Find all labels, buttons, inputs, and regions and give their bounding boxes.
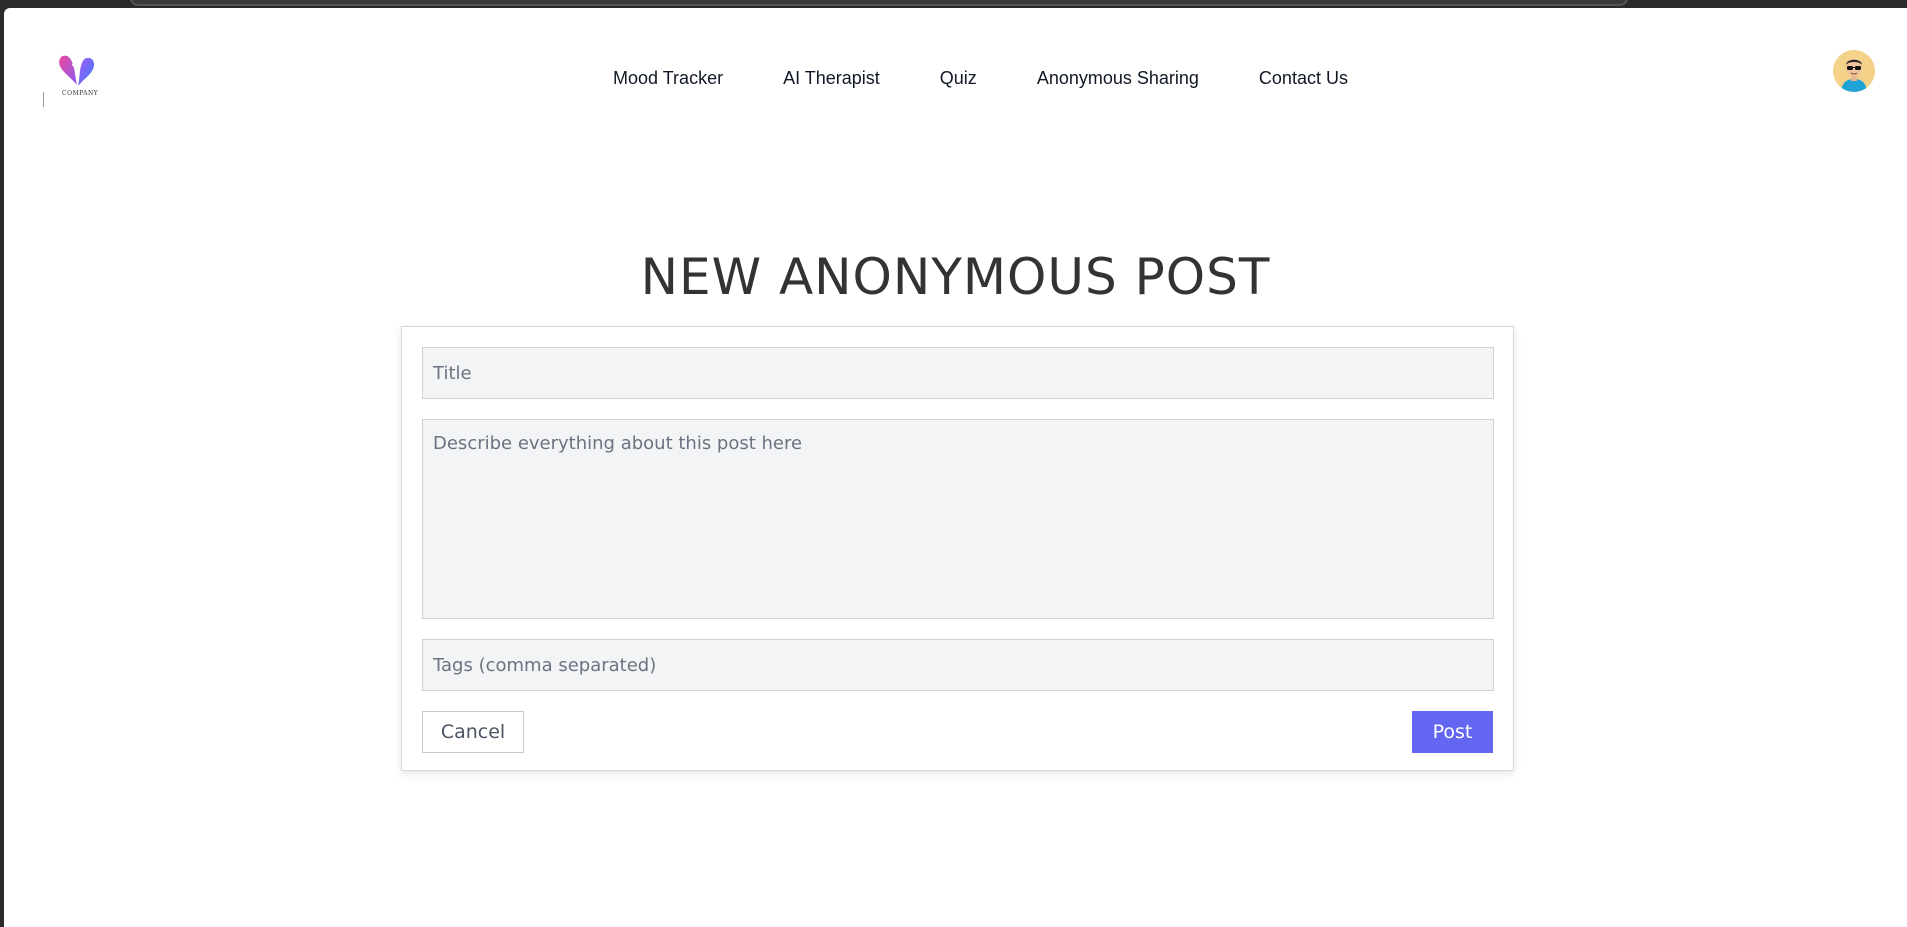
browser-chrome <box>0 0 1907 8</box>
main-nav: Mood Tracker AI Therapist Quiz Anonymous… <box>4 68 1907 89</box>
nav-mood-tracker[interactable]: Mood Tracker <box>613 68 723 89</box>
logo-divider <box>43 92 44 107</box>
post-title-input[interactable] <box>422 347 1494 399</box>
post-button[interactable]: Post <box>1412 711 1493 753</box>
page-viewport: COMPANY Mood Tracker AI Therapist Quiz A… <box>4 8 1907 927</box>
nav-quiz[interactable]: Quiz <box>940 68 977 89</box>
user-avatar[interactable] <box>1833 50 1875 92</box>
user-avatar-sunglasses-icon <box>1833 50 1875 92</box>
browser-url-bar[interactable] <box>130 0 1628 6</box>
nav-ai-therapist[interactable]: AI Therapist <box>783 68 880 89</box>
new-post-form: Cancel Post <box>401 326 1514 771</box>
page-title: NEW ANONYMOUS POST <box>640 248 1271 306</box>
nav-contact-us[interactable]: Contact Us <box>1259 68 1348 89</box>
nav-anonymous-sharing[interactable]: Anonymous Sharing <box>1037 68 1199 89</box>
cancel-button[interactable]: Cancel <box>422 711 524 753</box>
logo-caption: COMPANY <box>62 90 99 97</box>
post-tags-input[interactable] <box>422 639 1494 691</box>
post-description-textarea[interactable] <box>422 419 1494 619</box>
site-header: COMPANY Mood Tracker AI Therapist Quiz A… <box>4 8 1907 138</box>
